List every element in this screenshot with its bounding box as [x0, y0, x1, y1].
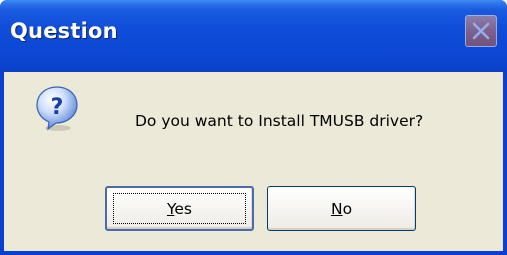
- close-icon: [472, 22, 490, 40]
- dialog-window: Question ? Do you want to Install TMUSB …: [0, 0, 507, 255]
- dialog-message: Do you want to Install TMUSB driver?: [135, 112, 424, 130]
- svg-text:?: ?: [51, 95, 64, 120]
- title-bar[interactable]: Question: [0, 0, 507, 72]
- yes-button[interactable]: Yes: [105, 186, 254, 231]
- question-icon: ?: [36, 86, 78, 131]
- dialog-title: Question: [10, 19, 118, 43]
- no-button-label: No: [330, 199, 353, 218]
- no-button[interactable]: No: [267, 186, 416, 231]
- yes-button-label: Yes: [166, 199, 193, 218]
- dialog-body: ? Do you want to Install TMUSB driver? Y…: [4, 72, 503, 251]
- close-button[interactable]: [465, 15, 497, 47]
